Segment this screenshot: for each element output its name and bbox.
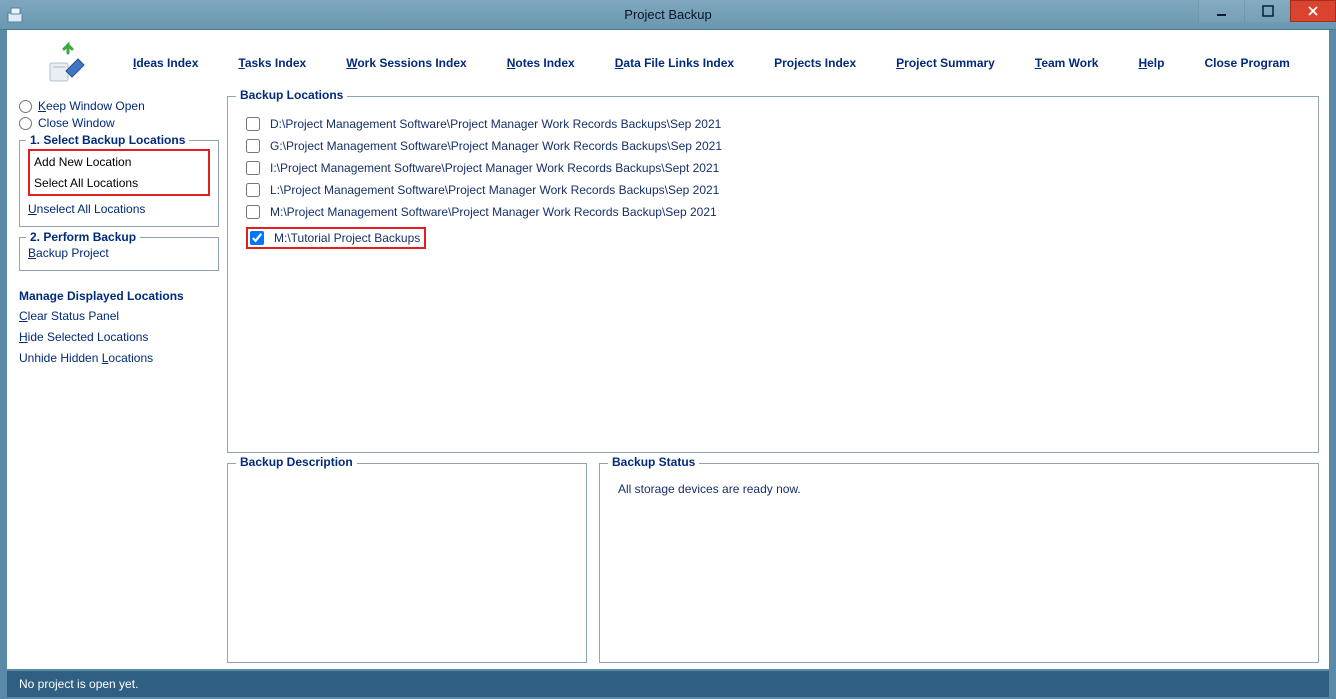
sidebar: Keep Window Open Close Window 1. Select … — [19, 96, 227, 663]
menu-item[interactable]: Help — [1138, 56, 1164, 70]
hide-selected-locations-link[interactable]: Hide Selected Locations — [19, 330, 219, 344]
location-path: D:\Project Management Software\Project M… — [270, 117, 721, 131]
location-checkbox[interactable] — [250, 231, 264, 245]
location-row: I:\Project Management Software\Project M… — [246, 161, 1308, 175]
titlebar: Project Backup — [0, 0, 1336, 30]
window-title: Project Backup — [0, 7, 1336, 22]
content: Keep Window Open Close Window 1. Select … — [7, 96, 1329, 669]
window-behavior-radios: Keep Window Open Close Window — [19, 99, 219, 130]
select-all-locations-link[interactable]: Select All Locations — [34, 176, 204, 190]
minimize-button[interactable] — [1198, 0, 1244, 22]
manage-locations-group: Manage Displayed Locations Clear Status … — [19, 281, 219, 375]
backup-status-fieldset: Backup Status All storage devices are re… — [599, 463, 1319, 663]
select-locations-legend: 1. Select Backup Locations — [26, 133, 189, 147]
menu-item[interactable]: Work Sessions Index — [346, 56, 467, 70]
backup-locations-fieldset: Backup Locations D:\Project Management S… — [227, 96, 1319, 453]
location-path: G:\Project Management Software\Project M… — [270, 139, 722, 153]
menu-item[interactable]: Project Summary — [896, 56, 995, 70]
location-checkbox[interactable] — [246, 117, 260, 131]
unselect-all-locations-link[interactable]: Unselect All Locations — [28, 202, 210, 216]
backup-status-legend: Backup Status — [608, 455, 699, 469]
backup-description-legend: Backup Description — [236, 455, 357, 469]
menu-item[interactable]: Projects Index — [774, 56, 856, 70]
menu-item[interactable]: Ideas Index — [133, 56, 198, 70]
location-path: M:\Project Management Software\Project M… — [270, 205, 717, 219]
backup-status-text: All storage devices are ready now. — [618, 482, 1308, 496]
client-area: Ideas Index Tasks Index Work Sessions Inde… — [7, 30, 1329, 669]
menu-item[interactable]: Close Program — [1204, 56, 1289, 70]
perform-backup-group: 2. Perform Backup Backup Project — [19, 237, 219, 271]
location-checkbox[interactable] — [246, 183, 260, 197]
app-icon — [6, 5, 26, 25]
backup-locations-list: D:\Project Management Software\Project M… — [246, 117, 1308, 249]
location-checkbox[interactable] — [246, 161, 260, 175]
main-menu: Ideas Index Tasks Index Work Sessions Inde… — [133, 56, 1290, 70]
keep-window-open-label[interactable]: Keep Window Open — [38, 99, 145, 113]
location-row: G:\Project Management Software\Project M… — [246, 139, 1308, 153]
backup-project-link[interactable]: Backup Project — [28, 246, 210, 260]
close-window-label[interactable]: Close Window — [38, 116, 115, 130]
location-path: L:\Project Management Software\Project M… — [270, 183, 719, 197]
manage-locations-legend: Manage Displayed Locations — [19, 289, 219, 303]
statusbar-text: No project is open yet. — [19, 677, 138, 691]
window-controls — [1198, 0, 1336, 22]
menu-item[interactable]: Team Work — [1035, 56, 1099, 70]
menu-item[interactable]: Tasks Index — [238, 56, 306, 70]
location-row: M:\Project Management Software\Project M… — [246, 205, 1308, 219]
add-new-location-link[interactable]: Add New Location — [34, 155, 204, 169]
menu-item[interactable]: Notes Index — [507, 56, 575, 70]
close-window-radio[interactable] — [19, 117, 32, 130]
keep-window-open-radio[interactable] — [19, 100, 32, 113]
backup-logo-icon — [43, 38, 93, 88]
lower-panels: Backup Description Backup Status All sto… — [227, 463, 1319, 663]
close-button[interactable] — [1290, 0, 1336, 22]
statusbar: No project is open yet. — [7, 671, 1329, 697]
location-row: M:\Tutorial Project Backups — [246, 227, 426, 249]
select-locations-group: 1. Select Backup Locations Add New Locat… — [19, 140, 219, 227]
location-checkbox[interactable] — [246, 139, 260, 153]
location-row: L:\Project Management Software\Project M… — [246, 183, 1308, 197]
backup-locations-legend: Backup Locations — [236, 88, 347, 102]
location-path: M:\Tutorial Project Backups — [274, 231, 420, 245]
clear-status-panel-link[interactable]: Clear Status Panel — [19, 309, 219, 323]
backup-description-fieldset: Backup Description — [227, 463, 587, 663]
location-row: D:\Project Management Software\Project M… — [246, 117, 1308, 131]
location-path: I:\Project Management Software\Project M… — [270, 161, 719, 175]
unhide-hidden-locations-link[interactable]: Unhide Hidden Locations — [19, 351, 219, 365]
location-checkbox[interactable] — [246, 205, 260, 219]
perform-backup-legend: 2. Perform Backup — [26, 230, 140, 244]
menu-item[interactable]: Data File Links Index — [615, 56, 734, 70]
maximize-button[interactable] — [1244, 0, 1290, 22]
toolbar: Ideas Index Tasks Index Work Sessions Inde… — [7, 30, 1329, 96]
sidebar-highlight-box: Add New Location Select All Locations — [28, 149, 210, 196]
